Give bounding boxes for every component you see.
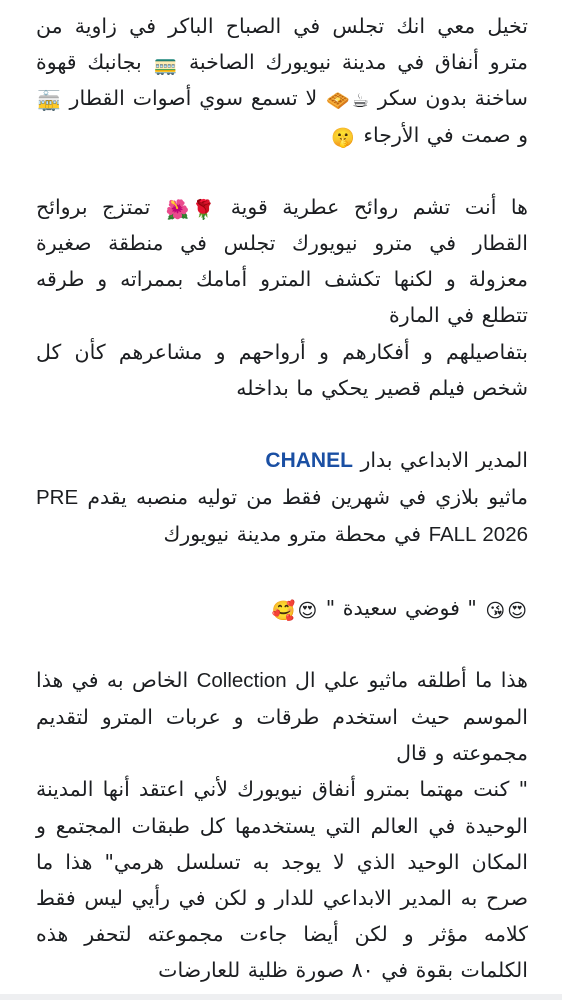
tram-emoji-icon: 🚋: [37, 90, 61, 113]
smiling-face-with-hearts-emoji-icon: 🥰: [271, 599, 296, 622]
waffle-emoji-icon: 🧇: [326, 90, 350, 113]
collection-location-text: في محطة مترو مدينة نيويورك: [163, 522, 422, 547]
paragraph-happy-chaos: 😍😘 " فوضي سعيدة " 😍🥰: [36, 590, 528, 626]
paragraph-scents: ها أنت تشم روائح عطرية قوية 🌹🌺 تمتزج برو…: [36, 189, 528, 334]
hibiscus-emoji-icon: 🌺: [165, 198, 190, 221]
intro-text-silence: و صمت في الأرجاء: [363, 122, 528, 147]
statement-text: هذا ما أطلقه ماثيو علي ال: [295, 667, 528, 692]
kissing-face-emoji-icon: 😘: [485, 599, 506, 622]
intro-text-sounds: لا تسمع سوي أصوات القطار: [69, 86, 318, 111]
post-body: تخيل معي انك تجلس في الصباح الباكر في زا…: [36, 8, 528, 989]
creative-director-text: المدير الابداعي بدار: [360, 448, 528, 473]
shushing-face-emoji-icon: 🤫: [331, 126, 355, 149]
train-emoji-icon: 🚃: [153, 54, 178, 77]
bottom-divider: [0, 994, 562, 1000]
happy-chaos-text: " فوضي سعيدة ": [325, 595, 477, 620]
brand-name: CHANEL: [265, 449, 353, 473]
scents-text: ها أنت تشم روائح عطرية قوية: [230, 194, 528, 219]
heart-eyes-emoji-icon: 😍: [507, 599, 527, 622]
heart-eyes-emoji-icon: 😍: [297, 599, 318, 622]
paragraph-statement: هذا ما أطلقه ماثيو علي ال Collection الخ…: [36, 662, 528, 772]
paragraph-intro: تخيل معي انك تجلس في الصباح الباكر في زا…: [36, 8, 528, 153]
collection-intro-text: ماثيو بلازي في شهرين فقط من توليه منصبه …: [87, 485, 528, 510]
paragraph-creative-director: المدير الابداعي بدار CHANEL: [36, 442, 528, 479]
coffee-emoji-icon: ☕: [351, 90, 369, 113]
paragraph-people: بتفاصيلهم و أفكارهم و أرواحهم و مشاعرهم …: [36, 334, 528, 406]
collection-word: Collection: [196, 668, 287, 692]
paragraph-quote: " كنت مهتما بمترو أنفاق نيويورك لأني اعت…: [36, 771, 528, 988]
paragraph-collection: ماثيو بلازي في شهرين فقط من توليه منصبه …: [36, 479, 528, 553]
rose-emoji-icon: 🌹: [191, 198, 216, 221]
designer-quote: " كنت مهتما بمترو أنفاق نيويورك لأني اعت…: [36, 777, 528, 874]
people-text: بتفاصيلهم و أفكارهم و أرواحهم و مشاعرهم …: [36, 339, 528, 400]
